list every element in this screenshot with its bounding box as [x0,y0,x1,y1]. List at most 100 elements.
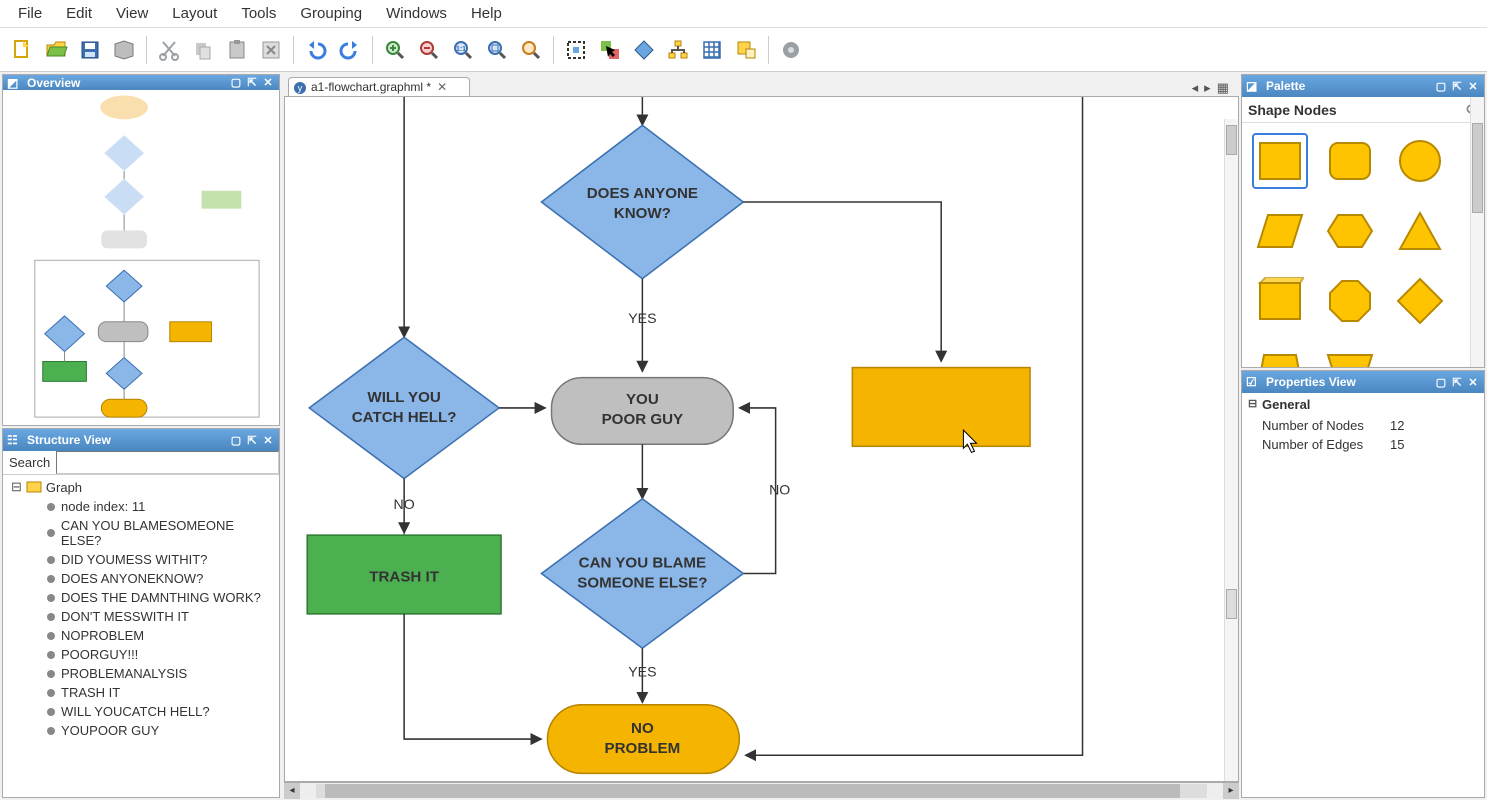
new-icon[interactable] [6,34,38,66]
shape-octagon[interactable] [1322,273,1378,329]
editor-canvas[interactable]: DOES ANYONEKNOW? YES WILL YOUCATCH HELL?… [284,96,1239,782]
hierarchy-icon[interactable] [662,34,694,66]
panel-header-palette[interactable]: ◪ Palette ▢ ⇱ ✕ [1242,75,1484,97]
panel-close-icon[interactable]: ✕ [1466,375,1480,389]
tab-prev-icon[interactable]: ◂ [1192,80,1199,96]
tree-root[interactable]: ⊟ Graph [11,479,275,495]
fit-content-icon[interactable] [560,34,592,66]
zoom-actual-icon[interactable]: 1:1 [447,34,479,66]
shape-rounded-rectangle[interactable] [1322,133,1378,189]
panel-header-structure[interactable]: ☷ Structure View ▢ ⇱ ✕ [3,429,279,451]
tree-item[interactable]: TRASH IT [11,683,275,702]
shape-ellipse[interactable] [1392,133,1448,189]
panel-minimize-icon[interactable]: ▢ [229,433,243,447]
panel-close-icon[interactable]: ✕ [261,76,275,90]
shape-trapezoid[interactable] [1252,343,1308,367]
panel-header-overview[interactable]: ◩ Overview ▢ ⇱ ✕ [3,75,279,90]
collapse-icon[interactable]: ⊟ [11,479,22,495]
print-icon[interactable] [108,34,140,66]
tree-item[interactable]: POORGUY!!! [11,645,275,664]
node-icon [47,727,55,735]
vertical-scrollbar[interactable] [1224,119,1238,781]
tree-item[interactable]: PROBLEMANALYSIS [11,664,275,683]
settings-icon[interactable] [775,34,807,66]
node-does-anyone-know[interactable] [541,125,743,278]
structure-tree[interactable]: ⊟ Graph node index: 11 CAN YOU BLAMESOME… [3,475,279,744]
editor-tab[interactable]: y a1-flowchart.graphml * ✕ [288,77,470,96]
tree-item-label: POORGUY!!! [61,647,138,662]
shape-parallelogram[interactable] [1252,203,1308,259]
node-can-you-blame[interactable] [541,499,743,648]
tree-item[interactable]: DID YOUMESS WITHIT? [11,550,275,569]
scroll-thumb[interactable] [1226,125,1237,155]
palette-scrollbar[interactable] [1470,97,1484,367]
menu-grouping[interactable]: Grouping [290,1,372,26]
panel-header-properties[interactable]: ☑ Properties View ▢ ⇱ ✕ [1242,371,1484,393]
snap-icon[interactable] [730,34,762,66]
shape-triangle[interactable] [1392,203,1448,259]
tree-item[interactable]: node index: 11 [11,497,275,516]
save-icon[interactable] [74,34,106,66]
paste-icon[interactable] [221,34,253,66]
node-no-problem[interactable] [547,705,739,774]
open-icon[interactable] [40,34,72,66]
panel-minimize-icon[interactable]: ▢ [1434,375,1448,389]
shape-trapezoid-inverted[interactable] [1322,343,1378,367]
menu-edit[interactable]: Edit [56,1,102,26]
cut-icon[interactable] [153,34,185,66]
scroll-right-icon[interactable]: ▸ [1223,783,1239,799]
panel-pin-icon[interactable]: ⇱ [1450,375,1464,389]
undo-icon[interactable] [300,34,332,66]
overview-minimap[interactable] [7,94,275,421]
menu-windows[interactable]: Windows [376,1,457,26]
delete-icon[interactable] [255,34,287,66]
selection-mode-icon[interactable] [594,34,626,66]
zoom-region-icon[interactable] [515,34,547,66]
overview-body[interactable] [3,90,279,425]
scroll-thumb[interactable] [1472,123,1483,213]
shape-hexagon[interactable] [1322,203,1378,259]
tab-close-icon[interactable]: ✕ [437,80,447,94]
tree-item[interactable]: DOES ANYONEKNOW? [11,569,275,588]
tree-item[interactable]: DOES THE DAMNTHING WORK? [11,588,275,607]
tab-list-icon[interactable]: ▦ [1217,80,1229,96]
menu-tools[interactable]: Tools [231,1,286,26]
horizontal-scrollbar[interactable]: ◂ ▸ [284,782,1239,798]
shape-rectangle[interactable] [1252,133,1308,189]
tree-item[interactable]: WILL YOUCATCH HELL? [11,702,275,721]
zoom-in-icon[interactable] [379,34,411,66]
copy-icon[interactable] [187,34,219,66]
scroll-handle[interactable] [1226,589,1237,619]
panel-pin-icon[interactable]: ⇱ [245,76,259,90]
shape-rectangle-3d[interactable] [1252,273,1308,329]
menu-file[interactable]: File [8,1,52,26]
tree-item[interactable]: NOPROBLEM [11,626,275,645]
scroll-left-icon[interactable]: ◂ [284,783,300,799]
panel-close-icon[interactable]: ✕ [1466,79,1480,93]
panel-pin-icon[interactable]: ⇱ [245,433,259,447]
marquee-icon[interactable] [628,34,660,66]
tree-item[interactable]: CAN YOU BLAMESOMEONE ELSE? [11,516,275,550]
zoom-out-icon[interactable] [413,34,445,66]
redo-icon[interactable] [334,34,366,66]
scroll-track[interactable] [316,784,1207,798]
zoom-fit-icon[interactable] [481,34,513,66]
node-orange-rect[interactable] [852,368,1030,447]
tree-item[interactable]: DON'T MESSWITH IT [11,607,275,626]
panel-close-icon[interactable]: ✕ [261,433,275,447]
panel-minimize-icon[interactable]: ▢ [1434,79,1448,93]
panel-pin-icon[interactable]: ⇱ [1450,79,1464,93]
properties-section[interactable]: General [1248,397,1478,412]
tree-item[interactable]: YOUPOOR GUY [11,721,275,740]
shape-diamond[interactable] [1392,273,1448,329]
tab-next-icon[interactable]: ▸ [1204,80,1211,96]
node-will-you-catch-hell[interactable] [309,337,499,478]
scroll-thumb[interactable] [325,784,1180,798]
menu-layout[interactable]: Layout [162,1,227,26]
menu-view[interactable]: View [106,1,158,26]
edge-label-no: NO [769,482,790,498]
search-input[interactable] [56,451,279,474]
panel-minimize-icon[interactable]: ▢ [229,76,243,90]
menu-help[interactable]: Help [461,1,512,26]
grid-icon[interactable] [696,34,728,66]
